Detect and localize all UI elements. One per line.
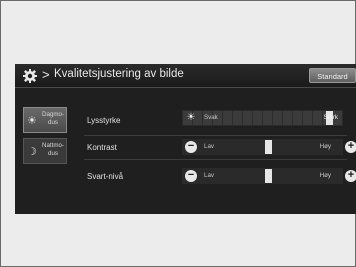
black-level-label: Svart-nivå (87, 172, 124, 181)
night-mode-label: Nattmo- dus (38, 142, 68, 158)
title-bar: > Kvalitetsjustering av bilde Standard (15, 64, 356, 88)
day-mode-button[interactable]: ☀ Dagmo- dus (23, 107, 67, 133)
contrast-plus-icon[interactable]: + (345, 141, 356, 153)
black-level-minus-icon[interactable]: − (185, 170, 197, 182)
black-level-high-label: Høy (319, 172, 331, 179)
brightness-low-label: Svak (204, 114, 218, 121)
sun-icon: ☀ (186, 112, 196, 123)
moon-icon: ☽ (27, 146, 37, 158)
contrast-slider[interactable]: − Lav Høy (182, 139, 343, 155)
night-mode-label-line1: Nattmo- (41, 142, 64, 149)
row-divider (84, 135, 347, 136)
black-level-slider[interactable]: − Lav Høy (182, 168, 343, 184)
night-mode-button[interactable]: ☽ Nattmo- dus (23, 138, 67, 164)
black-level-low-label: Lav (204, 172, 214, 179)
contrast-minus-icon[interactable]: − (185, 141, 197, 153)
settings-screen: > Kvalitetsjustering av bilde Standard ☀… (15, 64, 356, 214)
contrast-thumb[interactable] (265, 140, 272, 154)
row-divider (84, 159, 347, 160)
page-frame: > Kvalitetsjustering av bilde Standard ☀… (0, 0, 356, 267)
standard-button[interactable]: Standard (309, 68, 356, 83)
brightness-label: Lysstyrke (87, 116, 121, 125)
day-mode-label: Dagmo- dus (38, 111, 68, 127)
breadcrumb-chevron-icon: > (42, 67, 50, 82)
gear-icon[interactable] (23, 69, 37, 83)
sun-icon: ☀ (27, 115, 37, 127)
day-mode-label-line2: dus (48, 119, 58, 126)
black-level-thumb[interactable] (265, 169, 272, 183)
page-title: Kvalitetsjustering av bilde (54, 68, 184, 80)
contrast-label: Kontrast (87, 143, 117, 152)
brightness-slider[interactable]: ☀ Svak Sterk (182, 110, 343, 126)
brightness-high-label: Sterk (323, 114, 338, 121)
contrast-low-label: Lav (204, 143, 214, 150)
night-mode-label-line2: dus (48, 150, 58, 157)
contrast-high-label: Høy (319, 143, 331, 150)
black-level-plus-icon[interactable]: + (345, 170, 356, 182)
day-mode-label-line1: Dagmo- (41, 111, 64, 118)
